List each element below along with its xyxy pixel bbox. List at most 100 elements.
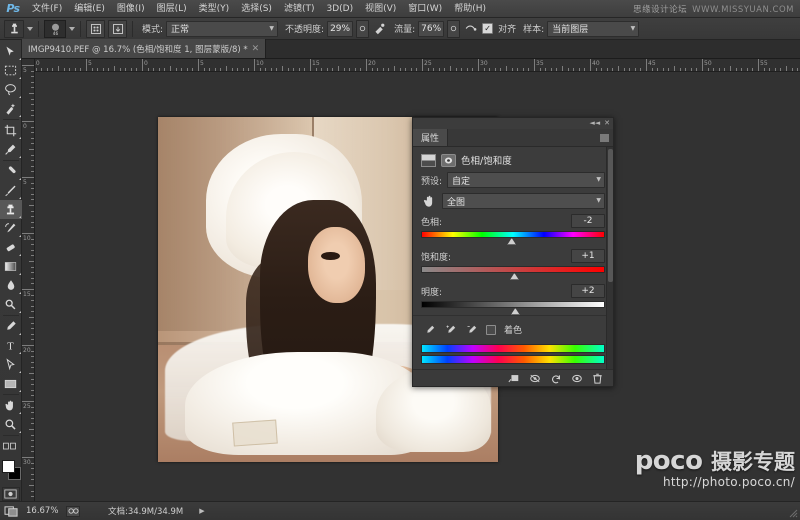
watermark-cn-text: 思缘设计论坛 <box>633 5 687 15</box>
image-face <box>308 227 366 303</box>
channel-select[interactable]: 全图 ▼ <box>442 193 605 209</box>
clone-source-panel-icon[interactable] <box>108 20 127 38</box>
brush-panel-toggle-icon[interactable] <box>86 20 105 38</box>
brush-preset-picker[interactable]: 46 <box>44 20 66 38</box>
panel-menu-icon[interactable] <box>600 133 609 142</box>
close-icon[interactable]: ✕ <box>252 44 260 54</box>
menu-image[interactable]: 图像(I) <box>111 0 151 18</box>
colorize-checkbox[interactable] <box>486 325 496 335</box>
saturation-value[interactable]: +1 <box>571 249 605 263</box>
menu-filter[interactable]: 滤镜(T) <box>278 0 321 18</box>
opacity-label: 不透明度: <box>285 22 324 35</box>
history-brush-tool[interactable] <box>0 219 22 238</box>
path-selection-tool[interactable] <box>0 355 22 374</box>
flow-pressure-toggle-icon[interactable] <box>447 20 460 38</box>
screen-mode-icon[interactable] <box>3 504 20 519</box>
ruler-minor-tick <box>181 68 182 71</box>
ruler-minor-tick-vertical <box>31 99 34 100</box>
ruler-minor-tick-vertical <box>31 474 34 475</box>
quick-select-tool[interactable] <box>0 99 22 118</box>
panel-titlebar[interactable]: ◄◄ ✕ <box>413 118 613 129</box>
opacity-value[interactable]: 29% <box>327 21 353 37</box>
hue-slider-track[interactable] <box>421 231 605 238</box>
view-previous-state-button[interactable] <box>528 372 541 385</box>
airbrush-icon[interactable] <box>372 20 387 38</box>
tool-divider-5 <box>3 435 19 436</box>
ruler-minor-tick <box>332 68 333 71</box>
zoom-tool[interactable] <box>0 415 22 434</box>
tools-panel: T <box>0 40 22 501</box>
dodge-tool[interactable] <box>0 295 22 314</box>
clone-stamp-icon[interactable] <box>4 20 24 38</box>
sample-select[interactable]: 当前图层 ▼ <box>547 21 639 37</box>
close-icon[interactable]: ✕ <box>604 120 610 127</box>
ruler-minor-tick <box>713 68 714 71</box>
toggle-visibility-button[interactable] <box>570 372 583 385</box>
tool-preset-chevron-icon[interactable] <box>27 27 33 31</box>
eyedropper-subtract-icon[interactable] <box>465 323 478 336</box>
hand-tool[interactable] <box>0 396 22 415</box>
lightness-slider-track[interactable] <box>421 301 605 308</box>
edit-toolbar-icon[interactable] <box>0 437 22 456</box>
ruler-minor-tick-vertical <box>31 418 34 419</box>
menu-view[interactable]: 视图(V) <box>359 0 402 18</box>
clone-stamp-tool[interactable] <box>0 200 22 219</box>
ruler-minor-tick <box>562 66 563 71</box>
targeted-adjustment-icon[interactable] <box>421 194 437 208</box>
delete-layer-button[interactable] <box>591 372 604 385</box>
gradient-tool[interactable] <box>0 257 22 276</box>
panel-scrollbar[interactable] <box>606 147 613 369</box>
pen-tool[interactable] <box>0 317 22 336</box>
menu-select[interactable]: 选择(S) <box>235 0 278 18</box>
color-swatches[interactable] <box>0 459 22 483</box>
reset-button[interactable] <box>549 372 562 385</box>
type-tool[interactable]: T <box>0 336 22 355</box>
lightness-slider-thumb[interactable] <box>511 308 520 315</box>
foreground-color-swatch[interactable] <box>2 460 15 473</box>
preset-select[interactable]: 自定 ▼ <box>447 172 605 188</box>
marquee-tool[interactable] <box>0 61 22 80</box>
menu-file[interactable]: 文件(F) <box>26 0 68 18</box>
scrollbar-thumb[interactable] <box>608 149 613 282</box>
healing-brush-tool[interactable] <box>0 162 22 181</box>
opacity-pressure-toggle-icon[interactable] <box>356 20 369 38</box>
resize-grip-icon[interactable] <box>789 509 798 518</box>
document-tab[interactable]: IMGP9410.PEF @ 16.7% (色相/饱和度 1, 图层蒙版/8) … <box>22 39 266 58</box>
eyedropper-tool[interactable] <box>0 140 22 159</box>
crop-tool[interactable] <box>0 121 22 140</box>
brush-chevron-icon[interactable] <box>69 27 75 31</box>
menu-3d[interactable]: 3D(D) <box>320 0 359 18</box>
collapse-icon[interactable]: ◄◄ <box>589 120 600 127</box>
shape-tool[interactable] <box>0 374 22 393</box>
lightness-value[interactable]: +2 <box>571 284 605 298</box>
tab-properties[interactable]: 属性 <box>413 129 448 146</box>
align-checkbox[interactable]: ✓ <box>482 23 493 34</box>
brush-tool[interactable] <box>0 181 22 200</box>
eyedropper-add-icon[interactable] <box>444 323 457 336</box>
hue-value[interactable]: -2 <box>571 214 605 228</box>
ruler-minor-tick-vertical <box>31 423 34 424</box>
eyedropper-icon[interactable] <box>423 323 436 336</box>
airbrush-mode-icon[interactable] <box>463 20 479 38</box>
blend-mode-select[interactable]: 正常 ▼ <box>166 21 278 37</box>
properties-panel[interactable]: ◄◄ ✕ 属性 色相/饱和度 预设: 自定 ▼ <box>412 117 614 387</box>
saturation-slider-track[interactable] <box>421 266 605 273</box>
eraser-tool[interactable] <box>0 238 22 257</box>
ruler-minor-tick <box>517 68 518 71</box>
clip-to-layer-button[interactable] <box>507 372 520 385</box>
quick-mask-toggle-icon[interactable] <box>2 487 20 501</box>
document-tab-bar: IMGP9410.PEF @ 16.7% (色相/饱和度 1, 图层蒙版/8) … <box>22 40 800 59</box>
flow-value[interactable]: 76% <box>418 21 444 37</box>
menu-window[interactable]: 窗口(W) <box>402 0 448 18</box>
menu-type[interactable]: 类型(Y) <box>193 0 236 18</box>
lasso-tool[interactable] <box>0 80 22 99</box>
blur-tool[interactable] <box>0 276 22 295</box>
site-watermark-top: 思缘设计论坛WWW.MISSYUAN.COM <box>633 3 794 15</box>
ruler-minor-tick-vertical <box>31 435 34 436</box>
move-tool[interactable] <box>0 42 22 61</box>
menu-help[interactable]: 帮助(H) <box>448 0 492 18</box>
menu-edit[interactable]: 编辑(E) <box>68 0 111 18</box>
zoom-level-value[interactable]: 16.67% <box>26 506 60 516</box>
status-menu-arrow-icon[interactable]: ▶ <box>199 507 204 515</box>
menu-layer[interactable]: 图层(L) <box>151 0 193 18</box>
